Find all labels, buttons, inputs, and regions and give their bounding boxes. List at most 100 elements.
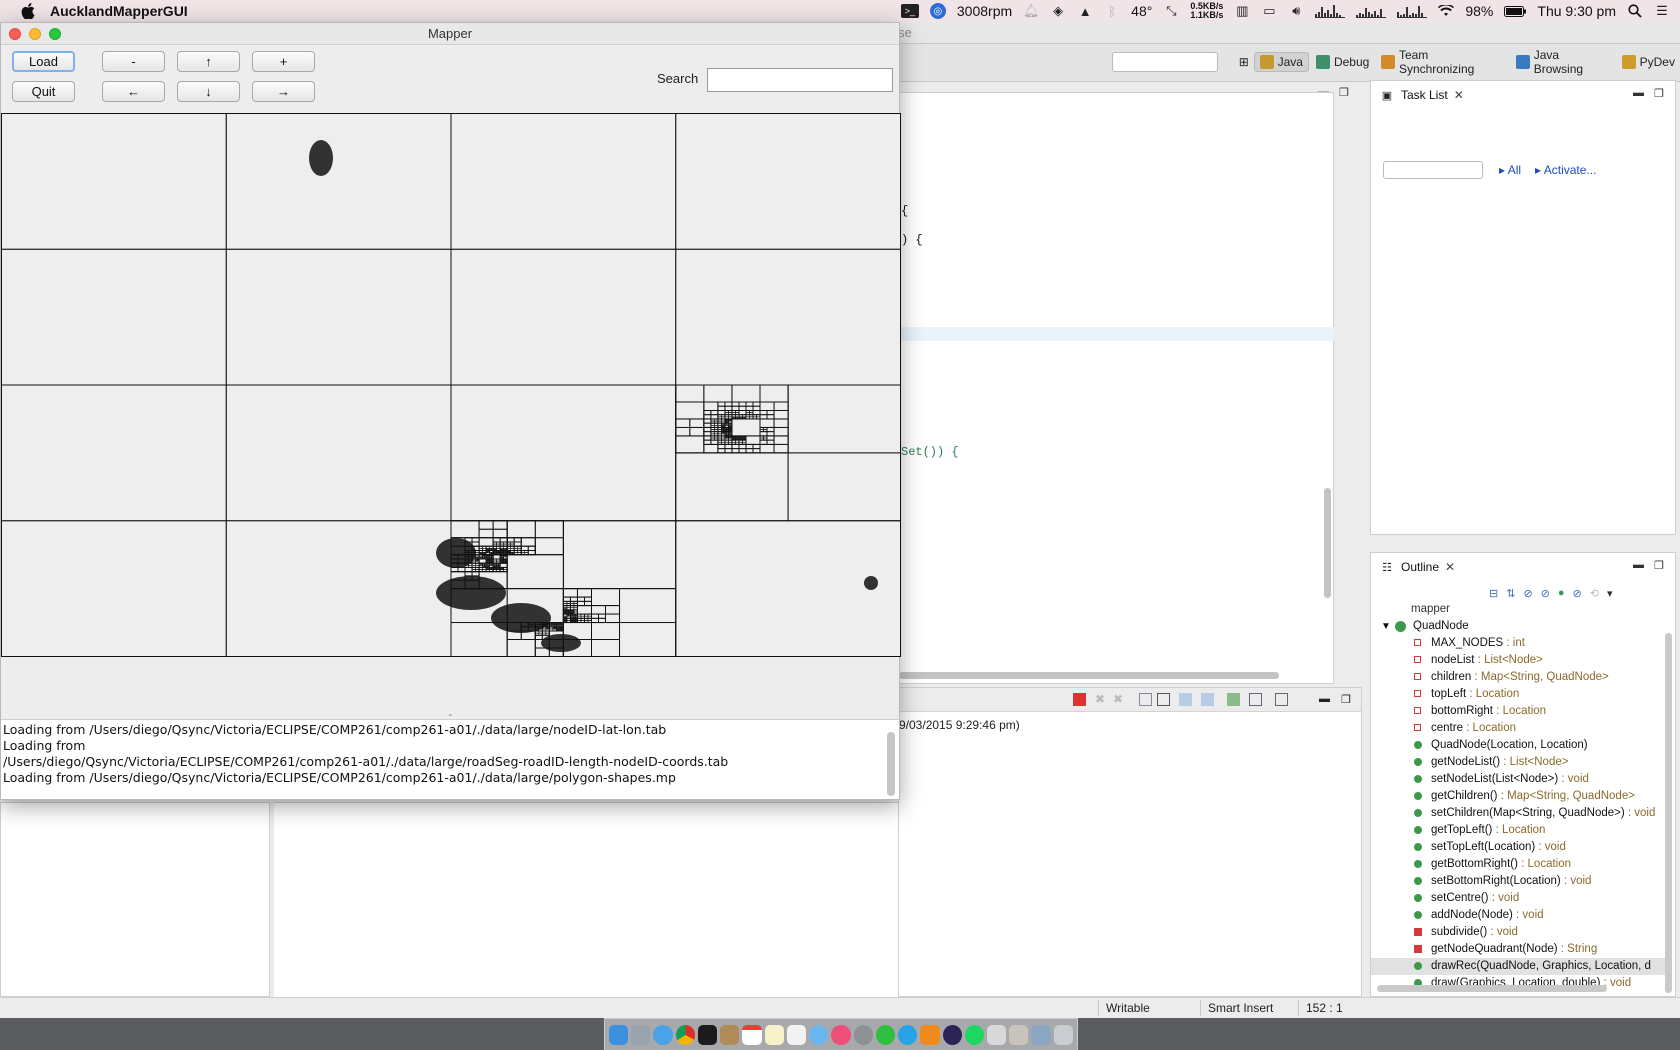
outline-member-row[interactable]: topLeft : Location: [1371, 686, 1665, 703]
hide-static-icon[interactable]: ⊘: [1541, 587, 1550, 600]
outline-class-row[interactable]: ▼ QuadNode: [1371, 618, 1665, 635]
split-divider-grip[interactable]: ⌃: [447, 713, 455, 722]
hide-nonpublic-icon[interactable]: ●: [1558, 587, 1565, 600]
load-button[interactable]: Load: [12, 51, 75, 72]
outline-member-row[interactable]: getChildren() : Map<String, QuadNode>: [1371, 788, 1665, 805]
outline-member-row[interactable]: setNodeList(List<Node>) : void: [1371, 771, 1665, 788]
memory-icon[interactable]: ▥: [1234, 3, 1250, 19]
minimize-window-icon[interactable]: [29, 28, 41, 40]
quit-button[interactable]: Quit: [12, 81, 75, 102]
outline-member-row[interactable]: centre : Location: [1371, 720, 1665, 737]
word-wrap-icon[interactable]: [1179, 693, 1192, 706]
trash-icon[interactable]: [1053, 1024, 1073, 1045]
zoom-out-button[interactable]: -: [102, 51, 165, 72]
terminate-icon[interactable]: [1073, 693, 1086, 706]
spotlight-search-icon[interactable]: [1627, 3, 1643, 19]
spotify-icon[interactable]: [964, 1024, 984, 1045]
remove-all-icon[interactable]: ✖: [1113, 693, 1126, 706]
skype-icon[interactable]: [898, 1024, 918, 1045]
resize-icon[interactable]: ⤡: [1163, 3, 1179, 19]
java-app-icon[interactable]: [1009, 1024, 1029, 1045]
open-console-icon[interactable]: [1275, 693, 1288, 706]
pin-console-icon[interactable]: [1227, 693, 1240, 706]
outline-member-row[interactable]: bottomRight : Location: [1371, 703, 1665, 720]
scroll-lock-icon[interactable]: [1157, 693, 1170, 706]
maximize-icon[interactable]: ❐: [1341, 693, 1354, 706]
pan-down-button[interactable]: ↓: [177, 81, 240, 102]
bell-icon[interactable]: 🔔︎: [1023, 3, 1040, 19]
outline-member-row[interactable]: setTopLeft(Location) : void: [1371, 839, 1665, 856]
editor-vertical-scrollbar[interactable]: [1324, 488, 1331, 598]
launchpad-icon[interactable]: [631, 1024, 651, 1045]
textedit-icon[interactable]: [786, 1024, 807, 1045]
show-console-icon[interactable]: [1201, 693, 1214, 706]
remove-launch-icon[interactable]: ✖: [1095, 693, 1108, 706]
memory-graph[interactable]: [1356, 4, 1387, 18]
outline-horizontal-scrollbar[interactable]: [1377, 985, 1607, 992]
perspective-debug[interactable]: Debug: [1311, 53, 1374, 71]
downloads-folder-icon[interactable]: [1031, 1024, 1051, 1045]
calendar-icon[interactable]: [742, 1024, 762, 1045]
safari-icon[interactable]: [653, 1024, 673, 1045]
bluetooth-icon[interactable]: ᛒ: [1104, 3, 1120, 19]
battery-icon[interactable]: [1504, 3, 1527, 19]
fan-icon[interactable]: ◎: [929, 3, 946, 19]
pan-right-button[interactable]: →: [252, 81, 315, 102]
view-menu-icon[interactable]: ▾: [1607, 587, 1613, 600]
maximize-icon[interactable]: ❐: [1654, 87, 1664, 100]
collapse-triangle-icon[interactable]: ▼: [1381, 618, 1391, 635]
notification-center-icon[interactable]: ☰: [1654, 3, 1670, 19]
clock[interactable]: Thu 9:30 pm: [1537, 3, 1616, 19]
quick-access-input[interactable]: [1112, 52, 1218, 72]
zoom-window-icon[interactable]: [49, 28, 61, 40]
minimize-icon[interactable]: ▬: [1633, 559, 1644, 572]
pan-up-button[interactable]: ↑: [177, 51, 240, 72]
hide-local-types-icon[interactable]: ⊘: [1573, 587, 1582, 600]
outline-member-row[interactable]: MAX_NODES : int: [1371, 635, 1665, 652]
outline-member-row[interactable]: subdivide() : void: [1371, 924, 1665, 941]
search-input[interactable]: [707, 68, 893, 92]
pan-left-button[interactable]: ←: [102, 81, 165, 102]
terminal-icon[interactable]: >_: [900, 4, 919, 18]
hide-fields-icon[interactable]: ⊘: [1523, 587, 1532, 600]
display-console-icon[interactable]: [1249, 693, 1262, 706]
outline-vertical-scrollbar[interactable]: [1665, 633, 1672, 993]
outline-member-row[interactable]: addNode(Node) : void: [1371, 907, 1665, 924]
map-canvas[interactable]: [1, 113, 901, 657]
finder-icon[interactable]: [609, 1024, 629, 1045]
preview-icon[interactable]: [986, 1024, 1007, 1045]
app-name[interactable]: AucklandMapperGUI: [50, 3, 188, 19]
collapse-all-icon[interactable]: ⊟: [1489, 587, 1498, 600]
outline-tab[interactable]: ☷ Outline ✕: [1371, 553, 1455, 581]
itunes-icon[interactable]: [831, 1024, 851, 1045]
line-icon[interactable]: [875, 1024, 896, 1045]
outline-member-row[interactable]: getTopLeft() : Location: [1371, 822, 1665, 839]
dropbox-icon[interactable]: ◈: [1050, 3, 1066, 19]
zoom-in-button[interactable]: +: [252, 51, 315, 72]
close-icon[interactable]: ✕: [1445, 560, 1455, 574]
perspective-java[interactable]: Java: [1253, 52, 1309, 72]
mapper-title-bar[interactable]: Mapper: [1, 23, 899, 45]
maximize-icon[interactable]: ❐: [1339, 86, 1349, 99]
editor-horizontal-scrollbar[interactable]: [899, 672, 1279, 679]
outline-member-row[interactable]: QuadNode(Location, Location): [1371, 737, 1665, 754]
open-perspective-icon[interactable]: ⊞: [1236, 54, 1252, 70]
outline-member-row[interactable]: setBottomRight(Location) : void: [1371, 873, 1665, 890]
chrome-icon[interactable]: [675, 1024, 695, 1045]
vlc-icon[interactable]: [920, 1024, 940, 1045]
task-link-activate[interactable]: ▸ Activate...: [1535, 163, 1596, 177]
outline-member-row[interactable]: drawRec(QuadNode, Graphics, Location, d: [1371, 958, 1665, 975]
cpu-graph[interactable]: [1315, 4, 1346, 18]
code-editor[interactable]: { ) { Set()) {: [898, 92, 1334, 684]
task-list-tab[interactable]: ▣ Task List ✕: [1371, 81, 1464, 109]
messages-icon[interactable]: [809, 1024, 829, 1045]
network-graph[interactable]: [1397, 4, 1428, 18]
outline-root-row[interactable]: mapper: [1371, 601, 1665, 618]
terminal-app-icon[interactable]: [697, 1024, 718, 1045]
link-editor-icon[interactable]: ⟲: [1590, 587, 1599, 600]
outline-member-row[interactable]: getNodeList() : List<Node>: [1371, 754, 1665, 771]
drive-icon[interactable]: ▲: [1077, 3, 1093, 19]
maximize-icon[interactable]: ❐: [1654, 559, 1664, 572]
minimize-icon[interactable]: ▬: [1319, 693, 1332, 706]
perspective-team-sync[interactable]: Team Synchronizing: [1376, 46, 1509, 78]
